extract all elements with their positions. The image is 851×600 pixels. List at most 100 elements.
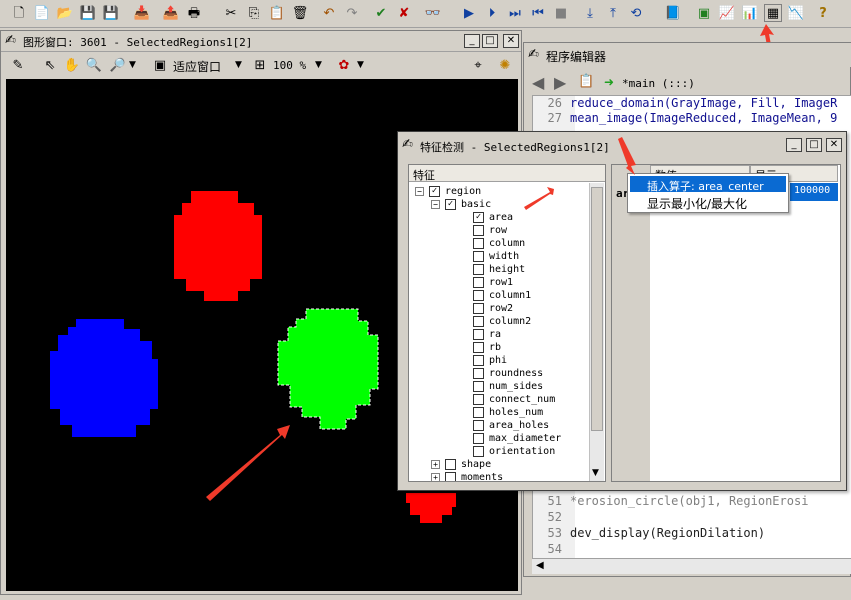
feature-checkbox[interactable] xyxy=(473,238,484,249)
tree-feature-area-holes[interactable]: area_holes xyxy=(473,419,549,432)
feature-checkbox[interactable] xyxy=(473,316,484,327)
maximize-button[interactable]: □ xyxy=(482,34,498,48)
feature-checkbox[interactable] xyxy=(473,420,484,431)
zoom-level-chevron-down-icon[interactable]: ▼ xyxy=(315,60,322,70)
tree-node-region[interactable]: − ✓ region xyxy=(415,185,481,198)
fit-window-label[interactable]: 适应窗口 xyxy=(173,58,221,75)
step-over-icon[interactable]: ⏭ xyxy=(506,4,524,22)
tree-feature-column1[interactable]: column1 xyxy=(473,289,531,302)
open-file-icon[interactable]: 📄 xyxy=(33,4,51,22)
feature-checkbox[interactable] xyxy=(473,446,484,457)
tree-feature-max-diameter[interactable]: max_diameter xyxy=(473,432,561,445)
help-icon[interactable]: ? xyxy=(814,4,832,22)
glasses-icon[interactable]: 👓 xyxy=(424,4,442,22)
chart-icon[interactable]: 📈 xyxy=(718,4,736,22)
code-line[interactable]: 54 xyxy=(530,542,570,558)
tree-node-basic[interactable]: − ✓ basic xyxy=(431,198,491,211)
save-all-icon[interactable]: 💾 xyxy=(102,4,120,22)
pixel-info-icon[interactable]: ⌖ xyxy=(469,56,487,74)
feature-checkbox[interactable]: ✓ xyxy=(429,186,440,197)
feature-checkbox[interactable]: ✓ xyxy=(473,212,484,223)
feature-checkbox[interactable] xyxy=(473,329,484,340)
expand-icon[interactable]: + xyxy=(431,460,440,469)
feature-checkbox[interactable]: ✓ xyxy=(445,199,456,210)
settings-icon[interactable]: ✺ xyxy=(496,56,514,74)
paste-icon[interactable]: 📋 xyxy=(268,4,286,22)
zoom-level-value[interactable]: 100 % xyxy=(273,59,306,72)
feature-checkbox[interactable] xyxy=(473,277,484,288)
draw-icon[interactable]: ✎ xyxy=(9,56,27,74)
code-line[interactable]: 52 xyxy=(530,510,570,526)
tree-feature-width[interactable]: width xyxy=(473,250,519,263)
dialog-close-button[interactable]: ✕ xyxy=(826,138,842,152)
collapse-icon[interactable]: − xyxy=(431,200,440,209)
tree-feature-column[interactable]: column xyxy=(473,237,525,250)
feature-inspect-icon[interactable]: ▦ xyxy=(764,4,782,22)
run-icon[interactable]: ▶ xyxy=(460,4,478,22)
procedure-icon[interactable]: 📋 xyxy=(578,74,594,89)
help-book-icon[interactable]: 📘 xyxy=(664,4,682,22)
copy-icon[interactable]: ⎘ xyxy=(245,4,263,22)
collapse-icon[interactable]: − xyxy=(415,187,424,196)
feature-checkbox[interactable] xyxy=(473,290,484,301)
new-file-icon[interactable]: 🗋 xyxy=(10,4,28,22)
undo-icon[interactable]: ↶ xyxy=(320,4,338,22)
feature-checkbox[interactable] xyxy=(445,459,456,470)
save-icon[interactable]: 💾 xyxy=(79,4,97,22)
feature-checkbox[interactable] xyxy=(473,433,484,444)
minimize-button[interactable]: _ xyxy=(464,34,480,48)
stop-icon[interactable]: ■ xyxy=(552,4,570,22)
import-icon[interactable]: 📥 xyxy=(133,4,151,22)
expand-icon[interactable]: + xyxy=(431,473,440,481)
tree-feature-row[interactable]: row xyxy=(473,224,507,237)
code-line[interactable]: 53 dev_display(RegionDilation) xyxy=(530,526,766,542)
menu-item-insert-operator[interactable]: 插入算子: area_center xyxy=(630,176,786,193)
tree-feature-ra[interactable]: ra xyxy=(473,328,501,341)
line-profile-icon[interactable]: 📉 xyxy=(787,4,805,22)
fit-chevron-down-icon[interactable]: ▼ xyxy=(235,60,242,70)
export-icon[interactable]: 📤 xyxy=(162,4,180,22)
color-chevron-down-icon[interactable]: ▼ xyxy=(357,60,364,70)
zoom-dropdown-icon[interactable]: 🔎 xyxy=(109,56,127,74)
tree-feature-phi[interactable]: phi xyxy=(473,354,507,367)
feature-checkbox[interactable] xyxy=(473,264,484,275)
feature-checkbox[interactable] xyxy=(473,394,484,405)
pointer-icon[interactable]: ⇖ xyxy=(41,56,59,74)
scroll-down-icon[interactable]: ▼ xyxy=(592,468,599,478)
chevron-down-icon[interactable]: ▼ xyxy=(129,60,136,70)
feature-checkbox[interactable] xyxy=(473,342,484,353)
tree-feature-row2[interactable]: row2 xyxy=(473,302,513,315)
feature-checkbox[interactable] xyxy=(473,381,484,392)
tree-feature-row1[interactable]: row1 xyxy=(473,276,513,289)
color-set-icon[interactable]: ✿ xyxy=(335,56,353,74)
feature-checkbox[interactable] xyxy=(473,251,484,262)
tree-feature-connect-num[interactable]: connect_num xyxy=(473,393,555,406)
feature-value-cell[interactable]: 100000 xyxy=(790,183,838,201)
tree-feature-num-sides[interactable]: num_sides xyxy=(473,380,543,393)
feature-checkbox[interactable] xyxy=(473,355,484,366)
tree-vertical-scrollbar[interactable]: ▼ xyxy=(589,183,604,481)
dialog-maximize-button[interactable]: □ xyxy=(806,138,822,152)
zoom-level-icon[interactable]: ⊞ xyxy=(251,56,269,74)
tree-feature-roundness[interactable]: roundness xyxy=(473,367,543,380)
hand-icon[interactable]: ✋ xyxy=(63,56,81,74)
forward-arrow-icon[interactable]: ▶ xyxy=(554,73,566,92)
code-line[interactable]: 51 *erosion_circle(obj1, RegionErosi xyxy=(530,494,809,510)
cut-icon[interactable]: ✂ xyxy=(222,4,240,22)
dialog-minimize-button[interactable]: _ xyxy=(786,138,802,152)
back-arrow-icon[interactable]: ◀ xyxy=(532,73,544,92)
tree-feature-column2[interactable]: column2 xyxy=(473,315,531,328)
menu-item-show-minmax[interactable]: 显示最小化/最大化 xyxy=(630,194,786,211)
open-folder-icon[interactable]: 📂 xyxy=(56,4,74,22)
code-line[interactable]: 26 reduce_domain(GrayImage, Fill, ImageR xyxy=(530,96,838,112)
tree-feature-rb[interactable]: rb xyxy=(473,341,501,354)
feature-checkbox[interactable] xyxy=(473,407,484,418)
redo-icon[interactable]: ↷ xyxy=(343,4,361,22)
tree-feature-area[interactable]: ✓ area xyxy=(473,211,513,224)
delete-icon[interactable]: 🗑 xyxy=(291,4,309,22)
tree-feature-holes-num[interactable]: holes_num xyxy=(473,406,543,419)
fit-window-icon[interactable]: ▣ xyxy=(151,56,169,74)
step-icon[interactable]: ⏵ xyxy=(483,4,501,22)
step-out-icon[interactable]: ⤒ xyxy=(604,4,622,22)
step-back-icon[interactable]: ⏮ xyxy=(529,4,547,22)
